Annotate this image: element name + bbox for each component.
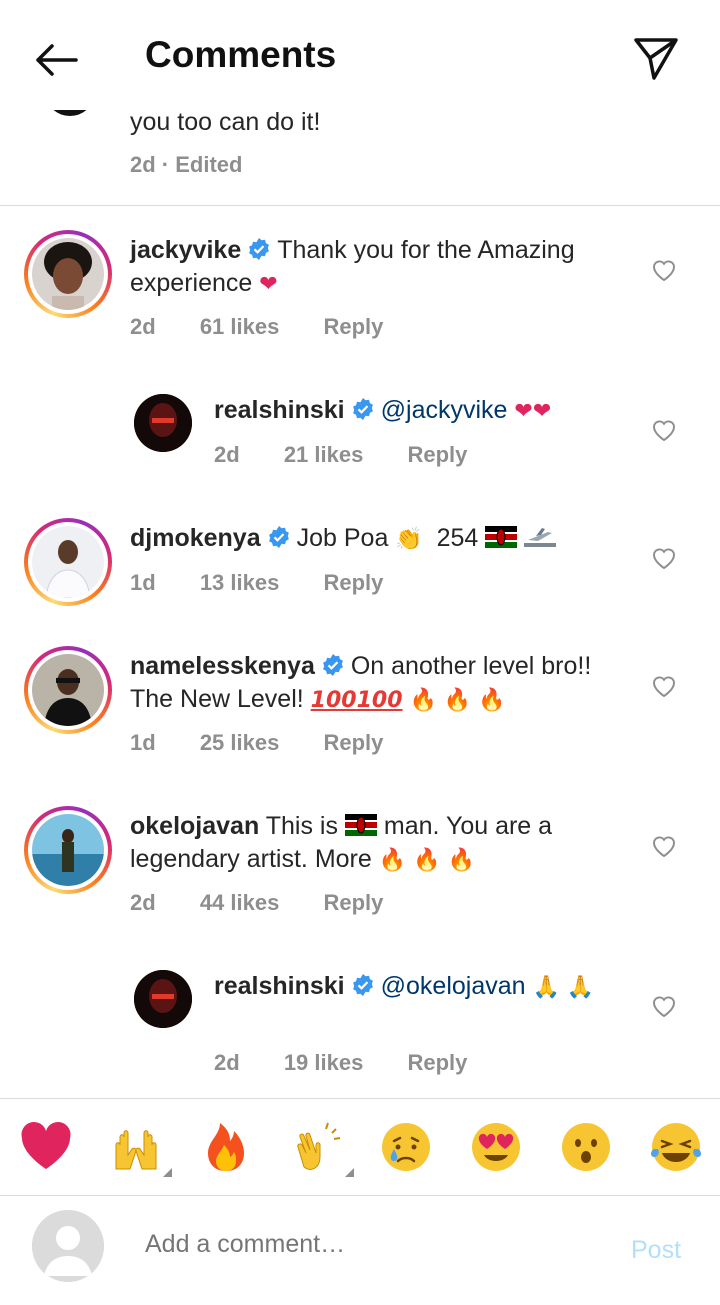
direct-message-icon[interactable]: [628, 30, 684, 86]
comment-time: 2d: [214, 1050, 240, 1075]
reply-button[interactable]: Reply: [407, 442, 467, 467]
comment-text: This is: [265, 812, 338, 840]
username[interactable]: realshinski: [214, 396, 345, 424]
verified-badge-icon: [322, 654, 343, 676]
default-avatar-icon: [32, 1210, 104, 1282]
header-bar: Comments: [0, 0, 720, 110]
avatar: [32, 238, 104, 310]
comment-body: realshinski @okelojavan 🙏 🙏: [214, 970, 614, 1004]
reply-button[interactable]: Reply: [323, 730, 383, 755]
username[interactable]: jackyvike: [130, 236, 241, 264]
like-count[interactable]: 19 likes: [284, 1050, 364, 1075]
like-heart-icon[interactable]: [651, 546, 677, 570]
comment-text: 254: [436, 524, 479, 552]
reply-button[interactable]: Reply: [323, 890, 383, 915]
airplane-departure-icon: [524, 528, 557, 547]
post-button[interactable]: Post: [631, 1236, 681, 1265]
reply-button[interactable]: Reply: [407, 1050, 467, 1075]
heart-reaction-icon[interactable]: [18, 1119, 74, 1175]
avatar: [32, 814, 104, 886]
clapping-hands-icon: 👏: [395, 527, 423, 552]
fire-icon: 🔥 🔥 🔥: [378, 848, 475, 873]
comment-time: 2d: [130, 314, 156, 339]
story-ring[interactable]: [24, 518, 112, 606]
comment-input[interactable]: [145, 1230, 585, 1259]
like-count[interactable]: 61 likes: [200, 314, 280, 339]
like-heart-icon[interactable]: [651, 674, 677, 698]
red-heart-icon: ❤: [259, 272, 278, 297]
folded-hands-icon: 🙏 🙏: [532, 975, 595, 1000]
clapping-hands-reaction[interactable]: [290, 1119, 354, 1177]
comment-body: jackyvike Thank you for the Amazing exper…: [130, 234, 630, 301]
username[interactable]: realshinski: [214, 972, 345, 1000]
comment-time: 1d: [130, 570, 156, 595]
kenya-flag-icon: [344, 814, 377, 836]
comment-meta: 1d 25 likes Reply: [130, 730, 421, 756]
fire-icon: 🔥 🔥 🔥: [409, 688, 506, 713]
like-heart-icon[interactable]: [651, 994, 677, 1018]
comment-meta: 2d · Edited: [130, 152, 243, 177]
like-count[interactable]: 44 likes: [200, 890, 280, 915]
like-count[interactable]: 21 likes: [284, 442, 364, 467]
kenya-flag-icon: [485, 526, 518, 548]
red-heart-icon: ❤❤: [514, 399, 552, 424]
mention-link[interactable]: @okelojavan: [381, 972, 526, 1000]
story-ring[interactable]: [24, 646, 112, 734]
username[interactable]: namelesskenya: [130, 652, 315, 680]
verified-badge-icon: [249, 238, 270, 260]
story-ring[interactable]: [24, 230, 112, 318]
clapping-hands-icon: [297, 1122, 341, 1170]
back-arrow-icon[interactable]: [28, 32, 84, 88]
reply-button[interactable]: Reply: [323, 570, 383, 595]
comment-time: 2d: [214, 442, 240, 467]
comment-time: 2d: [130, 890, 156, 915]
page-title: Comments: [145, 34, 337, 75]
divider: [0, 205, 720, 206]
heart-eyes-face-icon[interactable]: [468, 1119, 524, 1175]
reply-button[interactable]: Reply: [323, 314, 383, 339]
comment-body: djmokenya Job Poa 👏 254: [130, 522, 630, 556]
comment-time: 1d: [130, 730, 156, 755]
like-heart-icon[interactable]: [651, 834, 677, 858]
comment-text: Job Poa: [296, 524, 389, 552]
mention-link[interactable]: @jackyvike: [381, 396, 508, 424]
comment-body: realshinski @jackyvike ❤❤: [214, 394, 714, 428]
username[interactable]: djmokenya: [130, 524, 261, 552]
avatar: [32, 654, 104, 726]
story-ring[interactable]: [24, 806, 112, 894]
comment-meta: 2d 21 likes Reply: [214, 442, 505, 468]
raising-hands-reaction[interactable]: [108, 1119, 172, 1177]
avatar: [32, 526, 104, 598]
comment-text: you too can do it!: [130, 108, 321, 136]
username[interactable]: okelojavan: [130, 812, 259, 840]
fire-reaction-icon[interactable]: [198, 1119, 254, 1175]
comments-feed[interactable]: you too can do it! 2d · Edited jackyvike…: [0, 0, 720, 1098]
comment-meta: 1d 13 likes Reply: [130, 570, 421, 596]
hundred-points-icon: 100: [310, 688, 357, 713]
like-heart-icon[interactable]: [651, 418, 677, 442]
avatar[interactable]: [134, 970, 192, 1028]
sad-tear-face-icon[interactable]: [378, 1119, 434, 1175]
quick-reaction-bar: [0, 1098, 720, 1196]
like-count[interactable]: 13 likes: [200, 570, 280, 595]
avatar[interactable]: [134, 394, 192, 452]
verified-badge-icon: [352, 974, 373, 996]
like-heart-icon[interactable]: [651, 258, 677, 282]
verified-badge-icon: [352, 398, 373, 420]
comment-body: namelesskenya On another level bro!! The …: [130, 650, 630, 717]
surprised-face-icon[interactable]: [558, 1119, 614, 1175]
like-count[interactable]: 25 likes: [200, 730, 280, 755]
comment-meta: 2d 19 likes Reply: [214, 1050, 505, 1076]
verified-badge-icon: [268, 526, 289, 548]
comment-body: okelojavan This is man. You are a legend…: [130, 810, 630, 877]
hundred-points-icon: 100: [356, 688, 403, 713]
user-avatar: [32, 1210, 104, 1282]
comment-meta: 2d 61 likes Reply: [130, 314, 421, 340]
raising-hands-icon: [115, 1130, 157, 1170]
comment-meta: 2d 44 likes Reply: [130, 890, 421, 916]
comment-input-row: Post: [0, 1196, 720, 1305]
laughing-tears-face-icon[interactable]: [648, 1119, 704, 1175]
